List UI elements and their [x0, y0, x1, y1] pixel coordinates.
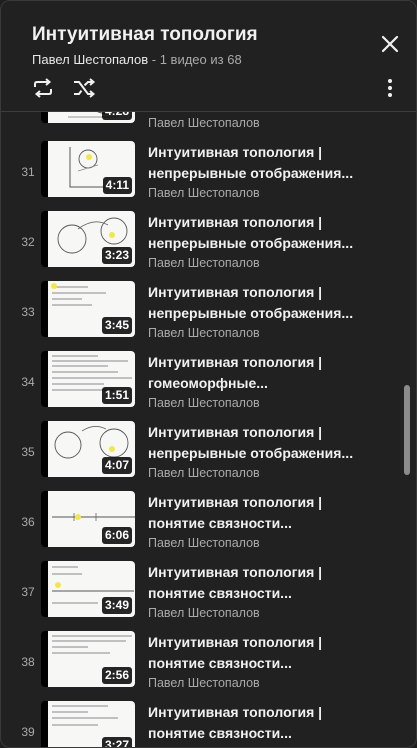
loop-icon [34, 78, 52, 98]
more-options-button[interactable] [379, 76, 401, 100]
video-duration: 2:56 [101, 667, 132, 684]
video-title-line-1: Интуитивная топология | [148, 494, 323, 510]
video-title[interactable]: Интуитивная топология | понятие связност… [148, 632, 378, 674]
video-duration: 4:07 [101, 457, 132, 474]
playlist-item[interactable]: 36 6:06 Интуитивная топология | понятие … [1, 487, 401, 557]
shuffle-icon [74, 78, 96, 98]
video-title-line-1: Интуитивная топология | [148, 564, 323, 580]
video-thumbnail[interactable]: 3:23 [41, 211, 135, 267]
close-icon [381, 35, 399, 53]
item-index: 31 [21, 165, 35, 179]
item-index: 32 [21, 235, 35, 249]
video-title-line-1: Интуитивная топология | [148, 354, 323, 370]
video-channel: Павел Шестопалов [148, 186, 260, 200]
playlist-item[interactable]: 34 1:51 Интуитивная топология | гомеомор… [1, 347, 401, 417]
video-title-line-2: непрерывные отображения... [148, 305, 354, 321]
playlist-item[interactable]: 37 3:49 Интуитивная топология | понятие … [1, 557, 401, 627]
video-thumbnail[interactable]: 3:27 [41, 701, 135, 747]
item-index: 37 [21, 585, 35, 599]
video-title-line-1: Интуитивная топология | [148, 424, 323, 440]
video-channel: Павел Шестопалов [148, 256, 260, 270]
video-title[interactable]: Интуитивная топология | непрерывные отоб… [148, 422, 378, 464]
playlist-panel: 4:28 Павел Шестопалов 31 4:11 Интуитивна… [0, 0, 417, 748]
video-thumbnail[interactable]: 6:06 [41, 491, 135, 547]
item-index: 33 [21, 305, 35, 319]
more-vert-icon [388, 79, 392, 97]
playlist-author[interactable]: Павел Шестопалов [32, 52, 148, 67]
close-button[interactable] [377, 31, 403, 57]
video-title-line-2: непрерывные отображения... [148, 445, 354, 461]
video-thumbnail[interactable]: 3:49 [41, 561, 135, 617]
video-title[interactable]: Интуитивная топология | гомеоморфные... [148, 352, 378, 394]
video-channel: Павел Шестопалов [148, 326, 260, 340]
playlist-header: Интуитивная топология Павел Шестопалов -… [1, 1, 416, 112]
playlist-item[interactable]: 38 2:56 Интуитивная топология | понятие … [1, 627, 401, 697]
video-title[interactable]: Интуитивная топология | понятие связност… [148, 702, 378, 744]
playlist-item[interactable]: 39 3:27 Интуитивная топология | понятие … [1, 697, 401, 747]
video-channel: Павел Шестопалов [148, 466, 260, 480]
video-thumbnail[interactable]: 3:45 [41, 281, 135, 337]
video-title[interactable]: Интуитивная топология | непрерывные отоб… [148, 142, 378, 184]
video-channel: Павел Шестопалов [148, 396, 260, 410]
video-channel: Павел Шестопалов [148, 116, 260, 130]
video-thumbnail[interactable]: 1:51 [41, 351, 135, 407]
playlist-subtitle: Павел Шестопалов - 1 видео из 68 [32, 52, 242, 67]
item-index: 35 [21, 445, 35, 459]
shuffle-button[interactable] [71, 75, 97, 101]
video-title-line-1: Интуитивная топология | [148, 634, 323, 650]
video-duration: 1:51 [101, 387, 132, 404]
loop-playlist-button[interactable] [30, 75, 56, 101]
item-index: 36 [21, 515, 35, 529]
item-index: 38 [21, 655, 35, 669]
video-title-line-1: Интуитивная топология | [148, 284, 323, 300]
video-title[interactable]: Интуитивная топология | понятие связност… [148, 562, 378, 604]
video-channel: Павел Шестопалов [148, 676, 260, 690]
video-duration: 3:27 [101, 737, 132, 747]
video-duration: 6:06 [101, 527, 132, 544]
video-thumbnail[interactable]: 4:11 [41, 141, 135, 197]
video-duration: 4:11 [102, 177, 132, 194]
video-title[interactable]: Интуитивная топология | понятие связност… [148, 492, 378, 534]
video-duration: 3:45 [101, 317, 132, 334]
item-index: 39 [21, 725, 35, 739]
playlist-item[interactable]: 32 3:23 Интуитивная топология | непрерыв… [1, 207, 401, 277]
scrollbar-thumb[interactable] [404, 385, 410, 475]
video-title-line-1: Интуитивная топология | [148, 144, 323, 160]
playlist-progress: - 1 видео из 68 [148, 52, 242, 67]
video-thumbnail[interactable]: 2:56 [41, 631, 135, 687]
video-duration: 3:23 [101, 247, 132, 264]
video-duration: 3:49 [101, 597, 132, 614]
video-thumbnail[interactable]: 4:07 [41, 421, 135, 477]
video-title-line-2: понятие связности... [148, 725, 292, 741]
playlist-item[interactable]: 35 4:07 Интуитивная топология | непрерыв… [1, 417, 401, 487]
video-title-line-1: Интуитивная топология | [148, 704, 323, 720]
video-title-line-2: непрерывные отображения... [148, 165, 354, 181]
video-title[interactable]: Интуитивная топология | непрерывные отоб… [148, 212, 378, 254]
playlist-item[interactable]: 31 4:11 Интуитивная топология | непрерыв… [1, 137, 401, 207]
video-title-line-2: гомеоморфные... [148, 375, 268, 391]
video-title-line-2: непрерывные отображения... [148, 235, 354, 251]
video-title-line-2: понятие связности... [148, 515, 292, 531]
video-title[interactable]: Интуитивная топология | непрерывные отоб… [148, 282, 378, 324]
video-title-line-1: Интуитивная топология | [148, 214, 323, 230]
playlist-items: 4:28 Павел Шестопалов 31 4:11 Интуитивна… [1, 1, 416, 747]
playlist-item[interactable]: 33 3:45 Интуитивная топология | непрерыв… [1, 277, 401, 347]
item-index: 34 [21, 375, 35, 389]
video-channel: Павел Шестопалов [148, 606, 260, 620]
video-channel: Павел Шестопалов [148, 536, 260, 550]
video-title-line-2: понятие связности... [148, 655, 292, 671]
playlist-title[interactable]: Интуитивная топология [32, 24, 258, 46]
video-title-line-2: понятие связности... [148, 585, 292, 601]
